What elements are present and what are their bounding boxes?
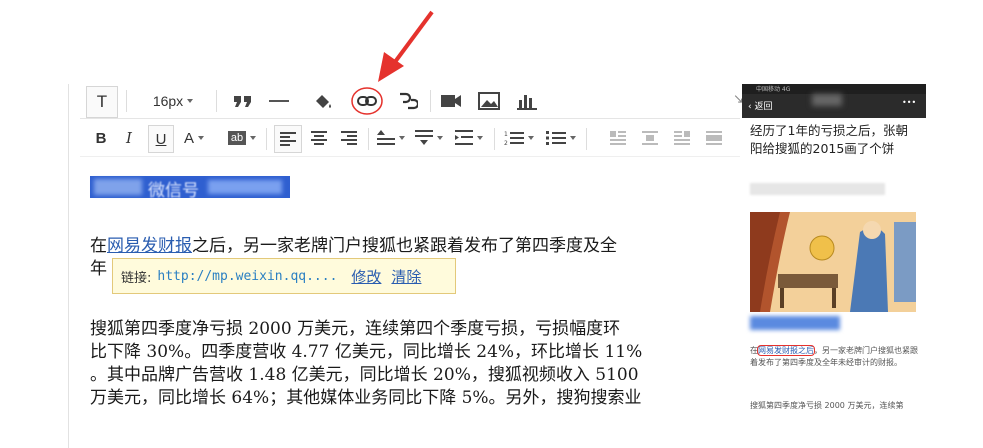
italic-icon: I	[126, 129, 132, 147]
more-icon[interactable]: •••	[902, 98, 916, 107]
remove-link-button[interactable]: 清除	[391, 266, 421, 287]
phone-author-blurred	[750, 316, 840, 330]
bold-icon: B	[95, 129, 107, 147]
toolbar-row-2: B I U A ab 12	[80, 120, 740, 157]
paint-bucket-icon[interactable]	[310, 88, 336, 114]
quote-icon[interactable]	[230, 88, 256, 114]
paragraph-spacing-icon[interactable]	[412, 125, 446, 151]
chart-icon[interactable]	[514, 88, 540, 114]
article-cartoon-image	[750, 212, 916, 312]
link-popup-url: http://mp.weixin.qq....	[157, 268, 338, 284]
edit-link-button[interactable]: 修改	[351, 266, 381, 287]
bold-button[interactable]: B	[90, 126, 112, 150]
svg-text:2: 2	[504, 140, 508, 146]
svg-text:1: 1	[504, 131, 508, 138]
link-popup-label: 链接:	[121, 270, 152, 286]
phone-article-link[interactable]: 网易发财报之后	[757, 345, 815, 356]
video-icon[interactable]	[438, 88, 464, 114]
unlink-icon[interactable]	[394, 88, 420, 114]
float-left-icon[interactable]	[606, 125, 630, 151]
line-height-icon[interactable]	[374, 125, 408, 151]
font-color-button[interactable]: A	[178, 126, 210, 150]
align-left-icon[interactable]	[274, 125, 302, 153]
float-none-icon[interactable]	[638, 125, 662, 151]
ordered-list-icon[interactable]: 12	[500, 125, 538, 151]
float-center-icon[interactable]	[702, 125, 726, 151]
paragraph-2-line: 搜狐第四季度净亏损 2000 万美元，连续第四个季度亏损，亏损幅度环	[90, 319, 621, 339]
background-color-button[interactable]: ab	[222, 126, 262, 150]
align-center-icon[interactable]	[306, 125, 332, 151]
link-popup: 链接: http://mp.weixin.qq.... 修改 清除	[112, 258, 456, 294]
bg-color-icon: ab	[227, 131, 247, 145]
paragraph-1: 在网易发财报之后，另一家老牌门户搜狐也紧跟着发布了第四季度及全	[90, 236, 617, 256]
unordered-list-icon[interactable]	[542, 125, 580, 151]
paragraph-2-line: 。其中品牌广告营收 1.48 亿美元，同比增长 20%，搜狐视频收入 5100	[90, 365, 639, 385]
text-format-button[interactable]: T	[86, 86, 118, 118]
article-link[interactable]: 网易发财报	[107, 236, 192, 256]
italic-button[interactable]: I	[118, 126, 140, 150]
toolbar-row-1: T 16px	[80, 84, 740, 119]
heading-text: 微信号	[148, 181, 199, 201]
phone-nav-bar: ‹ 返回 •••	[742, 94, 926, 118]
image-icon[interactable]	[476, 88, 502, 114]
float-right-icon[interactable]	[670, 125, 694, 151]
phone-back-button[interactable]: ‹ 返回	[748, 99, 772, 112]
font-size-value: 16px	[152, 93, 184, 109]
paragraph-2-line: 万美元，同比增长 64%；其他媒体业务同比下降 5%。另外，搜狗搜索业	[90, 388, 642, 408]
paragraph-1-line2: 年	[90, 259, 107, 279]
phone-status-bar: 中国移动 4G	[742, 84, 926, 94]
text-icon: T	[96, 92, 108, 111]
phone-article-next-line: 搜狐第四季度净亏损 2000 万美元，连续第	[750, 401, 904, 410]
phone-article-title: 经历了1年的亏损之后，张朝阳给搜狐的2015画了个饼	[750, 123, 908, 156]
indent-icon[interactable]	[452, 125, 486, 151]
phone-article-excerpt: 在网易发财报之后，另一家老牌门户搜狐也紧跟着发布了第四季度及全年未经审计的财报。	[750, 345, 918, 367]
underline-icon: U	[155, 130, 167, 148]
link-icon[interactable]	[350, 86, 384, 116]
font-color-icon: A	[183, 129, 194, 147]
heading-selection[interactable]: 微信号	[90, 176, 290, 201]
horizontal-rule-icon[interactable]	[266, 88, 292, 114]
paragraph-2-line: 比下降 30%。四季度营收 4.77 亿美元，同比增长 24%，环比增长 11%	[90, 342, 643, 362]
align-right-icon[interactable]	[336, 125, 362, 151]
font-size-select[interactable]: 16px	[142, 88, 204, 114]
phone-meta-blurred	[750, 183, 885, 195]
annotation-arrow-icon	[378, 10, 434, 82]
underline-button[interactable]: U	[148, 125, 174, 153]
